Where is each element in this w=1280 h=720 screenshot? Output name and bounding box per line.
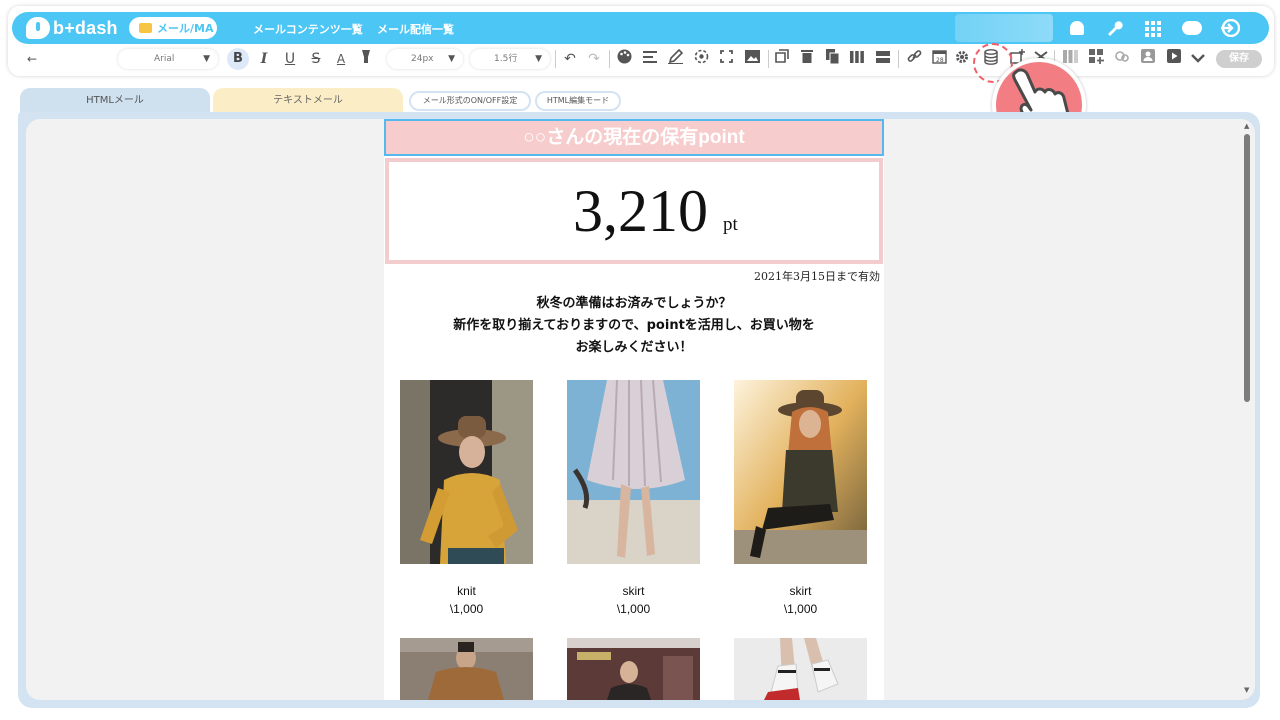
bold-button[interactable]: B (227, 48, 249, 70)
apps-grid-icon[interactable] (1144, 19, 1162, 37)
scrollbar-thumb[interactable] (1244, 134, 1250, 402)
mail-format-toggle-button[interactable]: メール形式のON/OFF設定 (409, 91, 531, 111)
nav-mail-delivery[interactable]: メール配信一覧 (377, 21, 454, 37)
calendar-icon[interactable]: 28 (930, 49, 948, 69)
copy-block-icon[interactable] (773, 49, 791, 69)
strike-button[interactable]: S (308, 49, 324, 69)
account-info-area (955, 14, 1053, 42)
palette-icon[interactable] (615, 49, 633, 69)
back-arrow-icon[interactable]: ← (24, 49, 40, 69)
email-message[interactable]: 秋冬の準備はお済みでしょうか？ 新作を取り揃えておりますので、pointを活用し… (384, 293, 884, 359)
connect-icon[interactable] (1113, 49, 1131, 69)
product-image-socks[interactable] (734, 638, 867, 700)
columns-icon[interactable] (848, 49, 866, 69)
undo-icon[interactable]: ↶ (561, 49, 579, 69)
product-image-skirt-2[interactable] (734, 380, 867, 564)
gear-icon[interactable] (953, 49, 971, 69)
toolbar-divider (768, 50, 769, 68)
scroll-down-icon[interactable]: ▼ (1244, 686, 1249, 694)
message-line-2: 新作を取り揃えておりますので、pointを活用し、お買い物を (453, 318, 815, 333)
pen-icon[interactable] (666, 48, 684, 69)
message-line-3: お楽しみください！ (575, 340, 693, 355)
logout-icon[interactable] (1220, 18, 1241, 38)
toolbar-divider (609, 50, 610, 68)
top-navbar: b+dash メール/MA メールコンテンツ一覧 メール配信一覧 (12, 12, 1269, 44)
message-line-1: 秋冬の準備はお済みでしょうか？ (536, 296, 732, 311)
point-unit: pt (723, 214, 738, 235)
underline-button[interactable]: U (282, 49, 298, 69)
svg-text:28: 28 (936, 57, 944, 64)
redo-icon[interactable]: ↷ (585, 49, 603, 69)
chevron-down-icon: ▼ (535, 54, 542, 64)
trash-icon[interactable] (798, 49, 816, 69)
tab-text-mail[interactable]: テキストメール (213, 88, 403, 114)
email-title-block[interactable]: ○○さんの現在の保有point (384, 119, 884, 156)
tab-html-mail[interactable]: HTMLメール (20, 88, 210, 114)
link-icon[interactable] (905, 49, 923, 69)
line-height-select[interactable]: 1.5行 ▼ (470, 49, 550, 69)
point-box[interactable]: 3,210 pt (385, 158, 883, 264)
target-icon[interactable] (692, 49, 710, 69)
video-play-icon[interactable] (1165, 49, 1183, 69)
save-button[interactable]: 保存 (1216, 50, 1262, 68)
chevron-down-icon: ▼ (448, 54, 455, 64)
toolbar-divider (898, 50, 899, 68)
font-color-button[interactable]: A (333, 49, 349, 69)
email-body: ○○さんの現在の保有point 3,210 pt 2021年3月15日まで有効 … (384, 119, 884, 700)
logo-bubble-icon (26, 17, 50, 39)
contact-card-icon[interactable] (1139, 49, 1157, 69)
product-price: \1,000 (783, 602, 818, 616)
font-size-select[interactable]: 24px ▼ (387, 49, 463, 69)
font-family-value: Arial (154, 54, 175, 64)
bell-icon[interactable] (1068, 19, 1086, 37)
product-price: \1,000 (616, 602, 651, 616)
add-widget-icon[interactable] (1087, 49, 1105, 69)
expiry-text: 2021年3月15日まで有効 (754, 270, 880, 283)
product-image-coat[interactable] (400, 638, 533, 700)
wrench-icon[interactable] (1105, 19, 1123, 37)
product-price: \1,000 (449, 602, 484, 616)
italic-button[interactable]: I (256, 49, 272, 69)
align-icon[interactable] (641, 49, 659, 69)
mail-ma-button[interactable]: メール/MA (129, 17, 217, 39)
line-height-value: 1.5行 (494, 54, 518, 64)
point-value: 3,210 (573, 178, 708, 244)
font-size-value: 24px (411, 54, 434, 64)
product-image-street[interactable] (567, 638, 700, 700)
logo-text: b+dash (53, 17, 118, 38)
editor-toolbar: ← Arial ▼ B I U S A 24px ▼ 1.5行 ▼ ↶ ↷ 28… (12, 46, 1269, 72)
mail-ma-label: メール/MA (157, 22, 214, 35)
product-name: skirt (622, 584, 645, 598)
font-family-select[interactable]: Arial ▼ (118, 49, 218, 69)
product-name: skirt (789, 584, 812, 598)
rows-icon[interactable] (874, 49, 892, 69)
html-edit-mode-button[interactable]: HTML編集モード (535, 91, 621, 111)
product-image-skirt-1[interactable] (567, 380, 700, 564)
chevron-down-icon: ▼ (203, 54, 210, 64)
chevron-down-icon[interactable] (1189, 49, 1207, 69)
user-cloud-icon[interactable] (1180, 19, 1204, 37)
highlight-icon[interactable] (358, 49, 374, 69)
toolbar-divider (555, 50, 556, 68)
scroll-up-icon[interactable]: ▲ (1244, 122, 1249, 130)
logo[interactable]: b+dash (26, 15, 118, 41)
duplicate-icon[interactable] (823, 49, 841, 69)
product-image-knit[interactable] (400, 380, 533, 564)
fullscreen-icon[interactable] (717, 49, 735, 69)
folder-icon (139, 23, 152, 33)
image-icon[interactable] (743, 49, 761, 69)
nav-mail-contents[interactable]: メールコンテンツ一覧 (253, 21, 363, 37)
product-name: knit (457, 584, 476, 598)
